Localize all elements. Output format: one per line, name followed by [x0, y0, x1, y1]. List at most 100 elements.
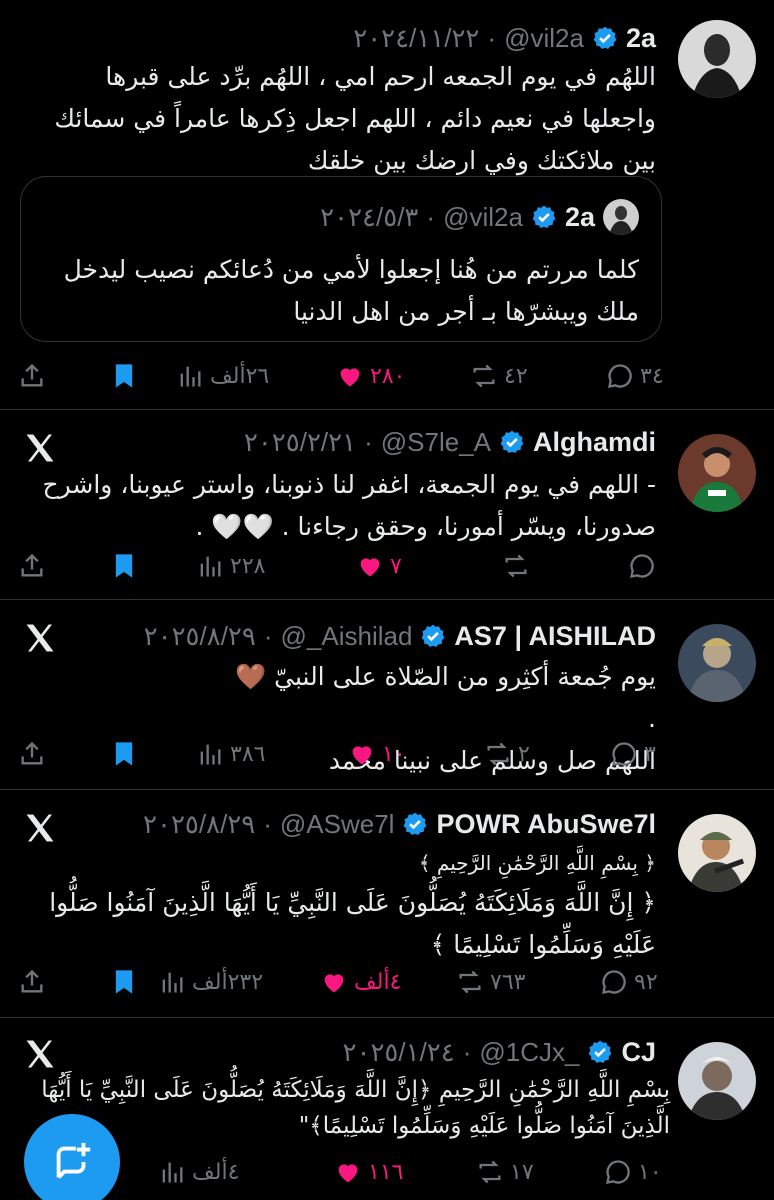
views-count: ٢٢٨ [230, 553, 266, 579]
tweet-date[interactable]: ٢٠٢٥/٨/٢٩ [143, 809, 255, 840]
reply-button[interactable]: ١٠ [604, 1152, 662, 1192]
tweet[interactable]: 2a @vil2a · ٢٠٢٤/١١/٢٢ اللهُم في يوم الج… [0, 0, 774, 410]
reply-button[interactable]: ٣ [610, 734, 656, 774]
reply-icon [608, 364, 632, 388]
quoted-author-name: 2a [564, 201, 595, 232]
author-handle[interactable]: @1CJx_ [479, 1037, 579, 1068]
reply-button[interactable]: ٣٤ [606, 356, 664, 396]
bookmark-filled-icon [115, 742, 133, 766]
heart-filled-icon [338, 1164, 358, 1183]
dot-separator: · [263, 620, 273, 651]
tweet-header: POWR AbuSwe7l @ASwe7l · ٢٠٢٥/٨/٢٩ [143, 804, 656, 844]
heart-filled-icon [352, 746, 372, 765]
bookmark-button[interactable] [110, 962, 138, 1002]
retweet-count: ٤٢ [504, 363, 528, 389]
bookmark-button[interactable] [110, 734, 138, 774]
tweet-date[interactable]: ٢٠٢٤/١١/٢٢ [353, 23, 479, 54]
avatar[interactable] [678, 624, 756, 702]
bookmark-filled-icon [115, 970, 133, 994]
retweet-icon [473, 364, 495, 388]
author-name[interactable]: 2a [626, 23, 656, 54]
tweet[interactable]: POWR AbuSwe7l @ASwe7l · ٢٠٢٥/٨/٢٩ ﴿ بِسْ… [0, 790, 774, 1018]
retweet-button[interactable]: ٧٦٣ [456, 962, 525, 1002]
tweet-text: - اللهم في يوم الجمعة، اغفر لنا ذنوبنا، … [42, 470, 656, 541]
bookmark-button[interactable] [110, 356, 138, 396]
author-handle[interactable]: @_Aishilad [281, 621, 413, 652]
like-button[interactable]: ٧ [356, 546, 402, 586]
author-handle[interactable]: @vil2a [504, 23, 584, 54]
views-count: ٣٨٦ [230, 741, 266, 767]
reply-icon [630, 554, 654, 578]
verified-badge-icon [499, 429, 525, 455]
share-button[interactable] [18, 356, 46, 396]
dot-separator: · [487, 22, 497, 53]
share-button[interactable] [18, 734, 46, 774]
verified-badge-icon [402, 811, 428, 837]
views-count: ٢٣٢ألف [192, 969, 264, 995]
views-icon [200, 744, 221, 765]
author-handle[interactable]: @S7le_A [381, 427, 491, 458]
like-button[interactable]: ١١٦ [334, 1152, 403, 1192]
author-handle[interactable]: @ASwe7l [280, 809, 395, 840]
tweet-actions: ٢٦ألف ٢٨٠ ٤٢ ٣٤ [18, 356, 668, 396]
views-button[interactable]: ٢٦ألف [176, 356, 269, 396]
views-button[interactable]: ٣٨٦ [196, 734, 265, 774]
tweet-actions: ٣٨٦ ١٠ ٢ ٣ [18, 734, 668, 774]
dot-separator: · [263, 808, 272, 839]
compose-plus-icon [56, 1142, 91, 1179]
bookmark-button[interactable] [110, 546, 138, 586]
avatar-image [678, 20, 756, 98]
quoted-tweet-date: ٢٠٢٤/٥/٣ [320, 201, 419, 232]
share-button[interactable] [18, 962, 46, 1002]
like-count: ٤ألف [354, 969, 402, 995]
avatar[interactable] [678, 814, 756, 892]
quoted-tweet-header: 2a @vil2a · ٢٠٢٤/٥/٣ [320, 199, 639, 235]
author-name[interactable]: CJ [621, 1037, 656, 1068]
reply-button[interactable] [628, 546, 662, 586]
reply-icon [612, 742, 636, 766]
bookmark-filled-icon [115, 364, 133, 388]
tweet-date[interactable]: ٢٠٢٥/٨/٢٩ [144, 621, 256, 652]
reply-icon [602, 970, 626, 994]
retweet-button[interactable]: ١٧ [476, 1152, 534, 1192]
tweet[interactable]: Alghamdi @S7le_A · ٢٠٢٥/٢/٢١ - اللهم في … [0, 410, 774, 600]
tweet-text: اللهُم في يوم الجمعه ارحم امي ، اللهُم ب… [54, 62, 656, 175]
retweet-button[interactable]: ٤٢ [470, 356, 528, 396]
dot-separator: · [462, 1036, 472, 1067]
compose-button[interactable] [24, 1114, 120, 1200]
like-button[interactable]: ٢٨٠ [336, 356, 405, 396]
author-name[interactable]: POWR AbuSwe7l [436, 809, 656, 840]
avatar[interactable] [678, 434, 756, 512]
quoted-tweet[interactable]: 2a @vil2a · ٢٠٢٤/٥/٣ كلما مررتم من هُنا … [20, 176, 662, 342]
like-count: ٢٨٠ [370, 363, 406, 389]
avatar[interactable] [678, 1042, 756, 1120]
author-name[interactable]: AS7 | AISHILAD [454, 621, 656, 652]
heart-filled-icon [324, 974, 344, 993]
tweet-date[interactable]: ٢٠٢٥/١/٢٤ [343, 1037, 455, 1068]
share-icon [21, 363, 43, 387]
views-icon [162, 972, 183, 993]
x-logo-icon [22, 430, 58, 466]
quoted-tweet-text: كلما مررتم من هُنا إجعلوا لأمي من دُعائك… [63, 255, 639, 326]
tweet[interactable]: AS7 | AISHILAD @_Aishilad · ٢٠٢٥/٨/٢٩ يو… [0, 600, 774, 790]
avatar-image [678, 814, 756, 892]
retweet-button[interactable] [502, 546, 536, 586]
avatar-image [678, 434, 756, 512]
bismillah-text: ﴿ بِسْمِ اللَّهِ الرَّحْمَٰنِ الرَّحِيمِ… [418, 851, 656, 875]
reply-count: ٩٢ [634, 969, 658, 995]
views-button[interactable]: ٤ألف [158, 1152, 239, 1192]
share-button[interactable] [18, 546, 46, 586]
retweet-button[interactable]: ٢ [484, 734, 530, 774]
tweet-date[interactable]: ٢٠٢٥/٢/٢١ [244, 427, 356, 458]
verified-badge-icon [592, 25, 618, 51]
author-name[interactable]: Alghamdi [533, 427, 656, 458]
tweet-header: Alghamdi @S7le_A · ٢٠٢٥/٢/٢١ [244, 422, 656, 462]
share-icon [21, 741, 43, 765]
reply-button[interactable]: ٩٢ [600, 962, 658, 1002]
like-button[interactable]: ٤ألف [320, 962, 401, 1002]
views-button[interactable]: ٢٣٢ألف [158, 962, 263, 1002]
views-button[interactable]: ٢٢٨ [196, 546, 265, 586]
like-button[interactable]: ١٠ [348, 734, 406, 774]
reply-icon [606, 1160, 630, 1184]
avatar[interactable] [678, 20, 756, 98]
